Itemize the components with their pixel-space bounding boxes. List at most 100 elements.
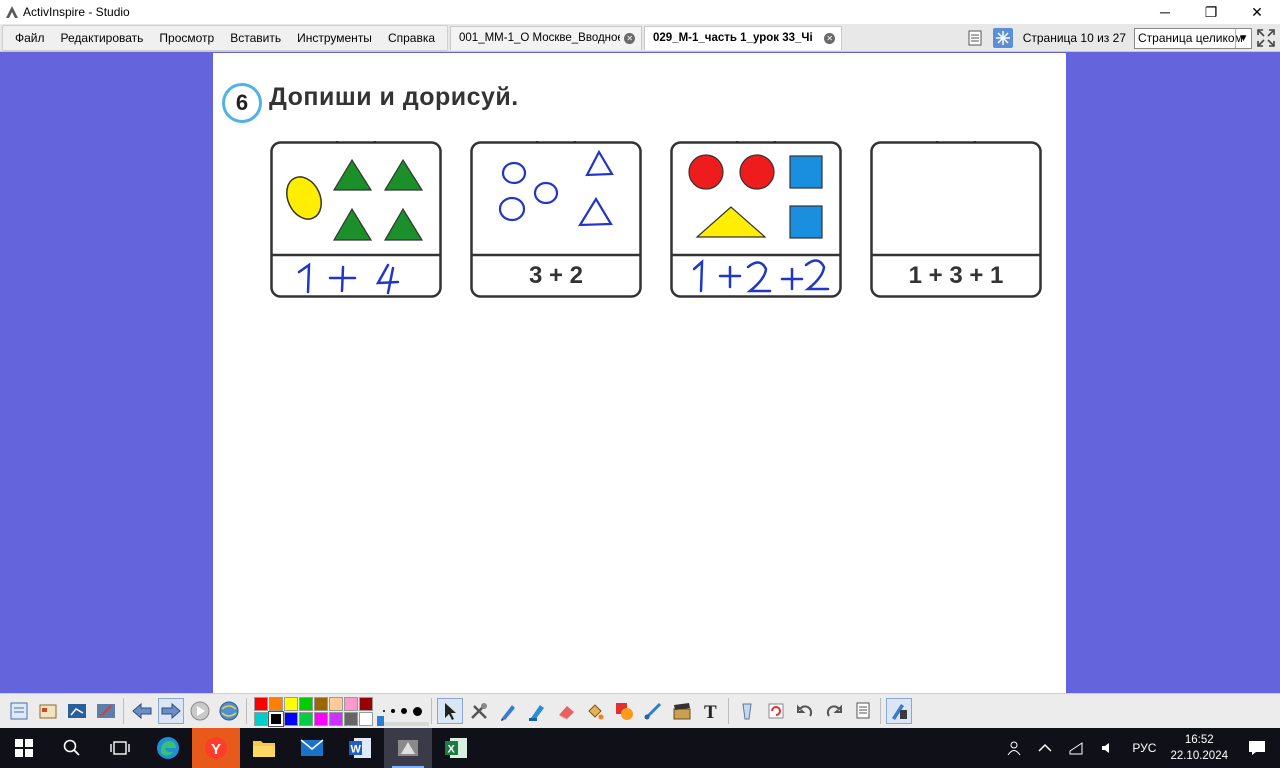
- color-swatch[interactable]: [284, 711, 298, 726]
- browsers-icon[interactable]: [35, 698, 61, 724]
- flipchart-page[interactable]: 6 Допиши и дорисуй. 3 + 2 1 + 3 + 1: [213, 53, 1066, 693]
- windows-start-icon[interactable]: [0, 728, 48, 768]
- color-swatch[interactable]: [314, 711, 328, 726]
- card-expression: 3 + 2: [528, 262, 584, 289]
- color-palette: [254, 696, 373, 727]
- title-bar: ActivInspire - Studio ─ ❐ ✕: [0, 0, 1280, 24]
- redo-icon[interactable]: [821, 698, 847, 724]
- wifi-icon[interactable]: [1068, 741, 1084, 755]
- text-tool-icon[interactable]: T: [698, 698, 724, 724]
- clock-date: 22.10.2024: [1170, 750, 1228, 762]
- tab-close-icon[interactable]: ✕: [624, 32, 636, 44]
- chevron-up-icon[interactable]: [1038, 743, 1052, 753]
- search-icon[interactable]: [48, 728, 96, 768]
- pen-width-selector[interactable]: [377, 696, 429, 726]
- color-swatch[interactable]: [299, 696, 313, 711]
- tab-label: 029_М-1_часть 1_урок 33_Чі: [653, 32, 813, 44]
- edge-browser-icon[interactable]: [144, 728, 192, 768]
- toolbar-separator: [246, 698, 247, 724]
- clear-tool-icon[interactable]: [734, 698, 760, 724]
- color-swatch-selected[interactable]: [268, 710, 284, 727]
- pen-width-dot[interactable]: [413, 706, 422, 716]
- color-swatch[interactable]: [344, 711, 358, 726]
- eraser-icon[interactable]: [553, 698, 579, 724]
- clapperboard-icon[interactable]: [669, 698, 695, 724]
- menu-tools[interactable]: Инструменты: [289, 31, 380, 45]
- language-indicator[interactable]: РУС: [1132, 741, 1156, 755]
- mail-icon[interactable]: [288, 728, 336, 768]
- fill-tool-icon[interactable]: [582, 698, 608, 724]
- menu-insert[interactable]: Вставить: [222, 31, 289, 45]
- close-button[interactable]: ✕: [1234, 0, 1280, 24]
- color-swatch[interactable]: [329, 696, 343, 711]
- svg-text:T: T: [704, 702, 717, 721]
- svg-text:X: X: [448, 744, 456, 756]
- tab-flipchart-1[interactable]: 001_ММ-1_О Москве_Вводное зан ✕: [450, 25, 643, 50]
- menu-view[interactable]: Просмотр: [151, 31, 222, 45]
- zoom-select[interactable]: Страница целиком ▼: [1134, 27, 1252, 49]
- window-title: ActivInspire - Studio: [23, 5, 130, 19]
- menu-file[interactable]: Файл: [7, 31, 53, 45]
- color-swatch[interactable]: [284, 696, 298, 711]
- color-swatch[interactable]: [299, 711, 313, 726]
- task-card-1: [270, 141, 442, 298]
- previous-page-icon[interactable]: [129, 698, 155, 724]
- main-menu: Файл Редактировать Просмотр Вставить Инс…: [2, 24, 449, 51]
- menu-help[interactable]: Справка: [380, 31, 443, 45]
- desktop-annotate-icon[interactable]: [64, 698, 90, 724]
- tab-flipchart-2[interactable]: 029_М-1_часть 1_урок 33_Чі ✕: [644, 25, 843, 50]
- color-swatch[interactable]: [359, 696, 373, 711]
- color-swatch[interactable]: [359, 711, 373, 726]
- clock-time: 16:52: [1184, 734, 1214, 746]
- card-expression: 1 + 3 + 1: [908, 262, 1004, 289]
- word-icon[interactable]: W: [336, 728, 384, 768]
- pen-width-slider-handle[interactable]: [377, 716, 384, 726]
- color-swatch[interactable]: [254, 696, 268, 711]
- excel-icon[interactable]: X: [432, 728, 480, 768]
- tab-close-icon[interactable]: ✕: [824, 32, 836, 44]
- snowflake-icon[interactable]: [992, 28, 1013, 48]
- pen-icon[interactable]: [495, 698, 521, 724]
- highlighter-icon[interactable]: [524, 698, 550, 724]
- undo-icon[interactable]: [792, 698, 818, 724]
- maximize-button[interactable]: ❐: [1188, 0, 1234, 24]
- web-browser-icon[interactable]: [216, 698, 242, 724]
- main-menu-icon[interactable]: [6, 698, 32, 724]
- color-swatch[interactable]: [344, 696, 358, 711]
- color-swatch[interactable]: [269, 696, 283, 711]
- file-explorer-icon[interactable]: [240, 728, 288, 768]
- pen-width-slider[interactable]: [379, 722, 429, 726]
- windows-taskbar: Y W X РУС 16:52 22.10.2024: [0, 728, 1280, 768]
- play-icon[interactable]: [187, 698, 213, 724]
- zoom-value: Страница целиком: [1138, 31, 1243, 45]
- fullscreen-icon[interactable]: [1256, 28, 1276, 48]
- clock[interactable]: 16:52 22.10.2024: [1170, 732, 1228, 764]
- pen-width-dot[interactable]: [401, 708, 407, 714]
- volume-icon[interactable]: [1100, 741, 1116, 755]
- select-tool-icon[interactable]: [436, 698, 463, 724]
- yandex-browser-icon[interactable]: Y: [192, 728, 240, 768]
- task-view-icon[interactable]: [96, 728, 144, 768]
- shape-tool-icon[interactable]: [611, 698, 637, 724]
- minimize-button[interactable]: ─: [1142, 0, 1188, 24]
- connector-tool-icon[interactable]: [640, 698, 666, 724]
- color-swatch[interactable]: [329, 711, 343, 726]
- activinspire-taskbar-icon[interactable]: [384, 728, 432, 768]
- notifications-icon[interactable]: [1248, 740, 1266, 756]
- toolbar-separator: [123, 698, 124, 724]
- reset-page-icon[interactable]: [763, 698, 789, 724]
- pen-width-dot[interactable]: [391, 709, 395, 713]
- next-page-icon[interactable]: [157, 698, 184, 724]
- menu-edit[interactable]: Редактировать: [53, 31, 152, 45]
- people-icon[interactable]: [1006, 740, 1022, 756]
- chevron-down-icon[interactable]: ▼: [1235, 28, 1251, 48]
- tools-icon[interactable]: [466, 698, 492, 724]
- color-swatch[interactable]: [254, 711, 268, 726]
- task-title: Допиши и дорисуй.: [269, 83, 519, 111]
- pen-width-dot[interactable]: [383, 710, 385, 712]
- page-list-icon[interactable]: [850, 698, 876, 724]
- dual-user-icon[interactable]: [885, 698, 912, 724]
- color-swatch[interactable]: [314, 696, 328, 711]
- desktop-tools-icon[interactable]: [93, 698, 119, 724]
- page-notes-icon[interactable]: [965, 28, 985, 48]
